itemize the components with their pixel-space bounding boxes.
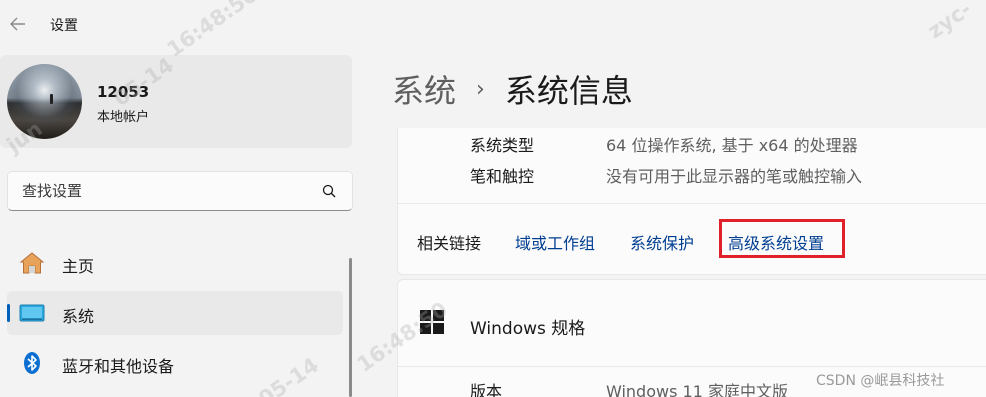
- spec-label: 系统类型: [470, 136, 535, 155]
- user-name: 12053: [97, 83, 150, 101]
- sidebar-item-label: 主页: [62, 257, 95, 276]
- spec-label: 笔和触控: [470, 167, 535, 186]
- search-box[interactable]: [7, 171, 353, 211]
- spec-value: 没有可用于此显示器的笔或触控输入: [606, 167, 863, 186]
- page-title: 系统信息: [504, 72, 633, 110]
- related-links-panel: 相关链接 域或工作组 系统保护 高级系统设置: [397, 203, 986, 275]
- windows-specs-header[interactable]: Windows 规格: [397, 279, 986, 367]
- avatar: [7, 64, 82, 139]
- device-specs-panel: 系统类型 64 位操作系统, 基于 x64 的处理器 笔和触控 没有可用于此显示器的…: [397, 128, 986, 204]
- user-account-card[interactable]: 12053 本地帐户: [0, 55, 352, 148]
- app-title: 设置: [50, 18, 78, 34]
- link-advanced-system-settings[interactable]: 高级系统设置: [728, 230, 824, 254]
- windows-logo-icon: [420, 310, 444, 334]
- account-type: 本地帐户: [97, 110, 150, 125]
- windows-specs-title: Windows 规格: [470, 319, 586, 339]
- active-indicator: [7, 304, 10, 322]
- search-icon[interactable]: [322, 184, 336, 198]
- sidebar-scrollbar[interactable]: [349, 258, 352, 397]
- sidebar-item-label: 蓝牙和其他设备: [62, 357, 175, 376]
- sidebar-item-label: 系统: [62, 307, 95, 326]
- arrow-left-icon: [10, 17, 25, 31]
- home-icon: [19, 252, 45, 274]
- breadcrumb: 系统 › 系统信息: [392, 66, 633, 112]
- spec-row-system-type: 系统类型 64 位操作系统, 基于 x64 的处理器: [470, 132, 858, 156]
- csdn-watermark: CSDN @岷县科技社: [816, 373, 945, 389]
- related-links-label: 相关链接: [417, 234, 482, 253]
- chevron-right-icon: ›: [476, 76, 485, 102]
- sidebar-item-bluetooth[interactable]: 蓝牙和其他设备: [7, 341, 343, 385]
- search-input[interactable]: [22, 181, 312, 201]
- spec-row-edition: 版本 Windows 11 家庭中文版: [470, 378, 788, 397]
- spec-label: 版本: [470, 382, 503, 397]
- sidebar-item-home[interactable]: 主页: [7, 241, 343, 285]
- sidebar-item-system[interactable]: 系统: [7, 291, 343, 335]
- back-button[interactable]: [6, 10, 30, 38]
- breadcrumb-parent[interactable]: 系统: [392, 72, 456, 110]
- spec-value: Windows 11 家庭中文版: [606, 382, 788, 397]
- title-bar: 设置: [0, 0, 986, 48]
- spec-row-pen-touch: 笔和触控 没有可用于此显示器的笔或触控输入: [470, 163, 862, 187]
- link-domain-workgroup[interactable]: 域或工作组: [515, 230, 595, 254]
- system-display-icon: [19, 304, 45, 322]
- bluetooth-icon: [24, 352, 40, 374]
- spec-value: 64 位操作系统, 基于 x64 的处理器: [606, 136, 858, 155]
- link-system-protection[interactable]: 系统保护: [630, 230, 694, 254]
